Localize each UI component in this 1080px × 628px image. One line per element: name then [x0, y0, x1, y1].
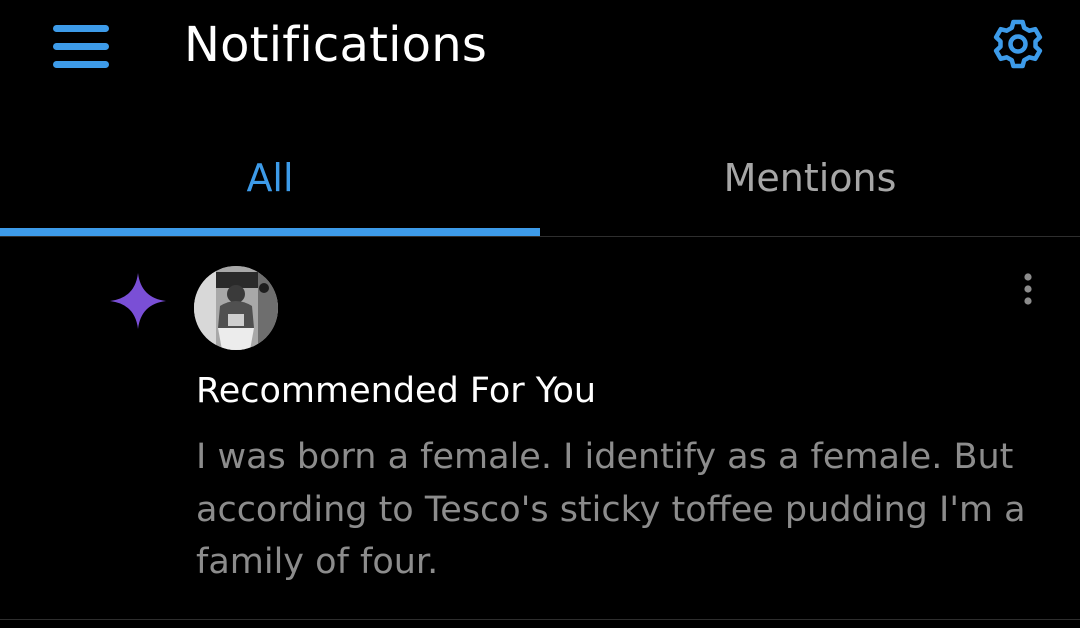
notification-title: Recommended For You	[196, 371, 597, 411]
notification-body: I was born a female. I identify as a fem…	[196, 437, 1026, 582]
app-header: Notifications	[0, 0, 1080, 100]
active-tab-indicator	[0, 228, 540, 236]
user-avatar[interactable]	[194, 266, 278, 350]
tab-mentions[interactable]: Mentions	[540, 130, 1080, 230]
gear-icon[interactable]	[984, 10, 1052, 78]
sparkle-icon	[106, 269, 170, 333]
page-title: Notifications	[184, 17, 488, 73]
more-vertical-icon[interactable]	[1006, 267, 1050, 311]
tab-all[interactable]: All	[0, 130, 540, 230]
notification-tabs: All Mentions	[0, 130, 1080, 237]
notification-item[interactable]: Recommended For You I was born a female.…	[0, 237, 1080, 620]
hamburger-menu-icon[interactable]	[48, 14, 114, 76]
